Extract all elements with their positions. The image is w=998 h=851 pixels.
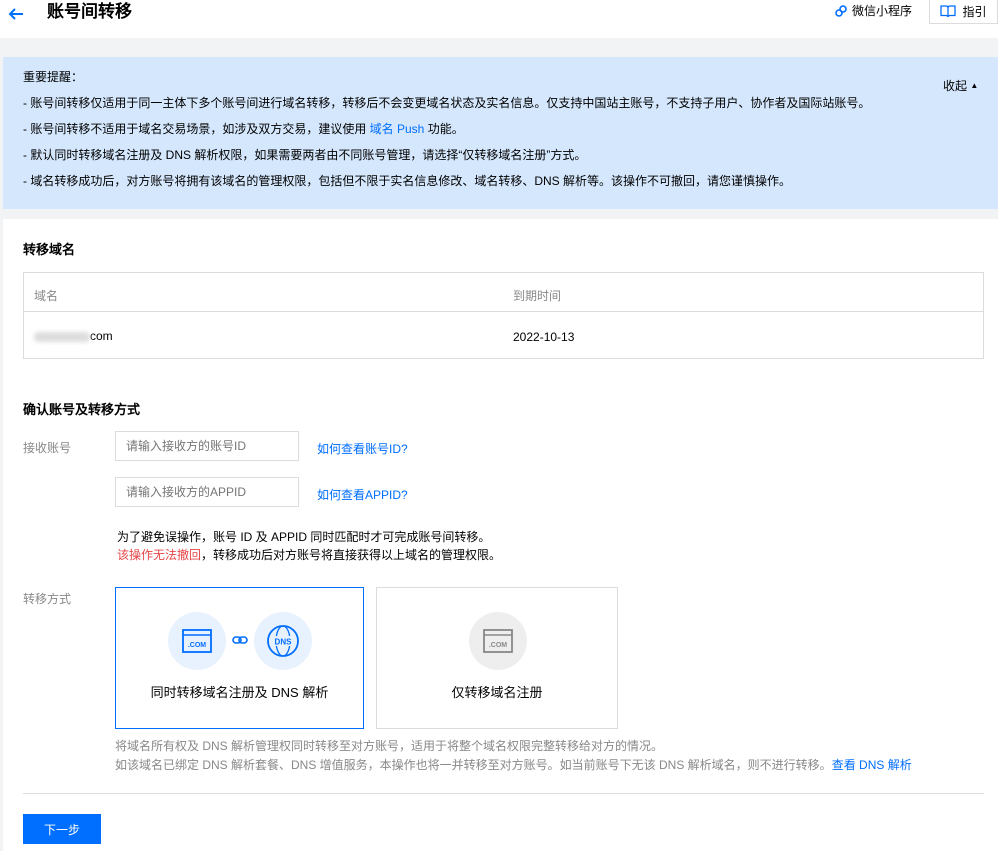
table-row-domain: com bbox=[34, 329, 113, 343]
notice-line-4: - 域名转移成功后，对方账号将拥有该域名的管理权限，包括但不限于实名信息修改、域… bbox=[23, 174, 792, 188]
caret-up-icon: ▲ bbox=[970, 81, 979, 90]
how-to-view-appid-link[interactable]: 如何查看APPID? bbox=[317, 486, 408, 503]
column-header-expires: 到期时间 bbox=[513, 289, 562, 303]
collapse-toggle[interactable]: 收起 ▲ bbox=[943, 77, 978, 94]
domain-com-grey-icon: .COM bbox=[469, 612, 527, 670]
appid-input[interactable] bbox=[115, 477, 299, 507]
guide-button[interactable]: 指引 bbox=[929, 0, 998, 24]
irreversible-hint: 该操作无法撤回，转移成功后对方账号将直接获得以上域名的管理权限。 bbox=[117, 547, 501, 564]
dns-icon-text: DNS bbox=[275, 638, 293, 647]
notice-line-2: - 账号间转移不适用于域名交易场景，如涉及双方交易，建议使用 域名 Push 功… bbox=[23, 121, 464, 137]
domain-suffix: com bbox=[90, 329, 113, 343]
transfer-method-label: 转移方式 bbox=[23, 592, 72, 606]
collapse-label: 收起 bbox=[943, 79, 968, 93]
guide-label: 指引 bbox=[962, 5, 987, 19]
how-to-view-account-id-link[interactable]: 如何查看账号ID? bbox=[317, 440, 408, 457]
notice-line-1: - 账号间转移仅适用于同一主体下多个账号间进行域名转移，转移后不会变更域名状态及… bbox=[23, 96, 871, 110]
option-transfer-registration-and-dns[interactable]: .COM DNS 同时转移域名注册及 DNS 解析 bbox=[115, 587, 364, 729]
table-row-expires: 2022-10-13 bbox=[513, 330, 575, 344]
domain-com-icon: .COM bbox=[168, 612, 226, 670]
domain-table: 域名 到期时间 com 2022-10-13 bbox=[23, 272, 984, 359]
next-step-button[interactable]: 下一步 bbox=[23, 814, 101, 844]
view-dns-link[interactable]: 查看 DNS 解析 bbox=[832, 758, 912, 772]
method-description-2: 如该域名已绑定 DNS 解析套餐、DNS 增值服务，本操作也将一并转移至对方账号… bbox=[115, 756, 912, 775]
top-bar: 账号间转移 微信小程序 指引 bbox=[0, 0, 998, 38]
option1-label: 同时转移域名注册及 DNS 解析 bbox=[150, 685, 329, 700]
irreversible-rest: ，转移成功后对方账号将直接获得以上域名的管理权限。 bbox=[201, 548, 502, 562]
confirm-section-title: 确认账号及转移方式 bbox=[23, 402, 141, 417]
transfer-domain-title: 转移域名 bbox=[23, 242, 76, 257]
method-description-1: 将域名所有权及 DNS 解析管理权同时转移至对方账号，适用于将整个域名权限完整转… bbox=[115, 739, 664, 753]
column-header-domain: 域名 bbox=[34, 289, 59, 303]
chain-link-icon bbox=[232, 636, 248, 644]
table-divider bbox=[24, 311, 983, 312]
notice-title: 重要提醒： bbox=[23, 70, 84, 84]
page-title: 账号间转移 bbox=[47, 2, 132, 21]
main-panel: 转移域名 域名 到期时间 com 2022-10-13 确认账号及转移方式 接收… bbox=[3, 219, 998, 851]
account-id-input[interactable] bbox=[115, 431, 299, 461]
blurred-domain-name bbox=[34, 331, 90, 342]
back-arrow-icon[interactable] bbox=[6, 4, 26, 24]
book-icon bbox=[940, 5, 957, 18]
link-icon bbox=[835, 5, 847, 17]
important-notice: 重要提醒： 收起 ▲ - 账号间转移仅适用于同一主体下多个账号间进行域名转移，转… bbox=[3, 57, 998, 209]
com-grey-icon-text: .COM bbox=[489, 642, 507, 649]
notice-line-2-text: - 账号间转移不适用于域名交易场景，如涉及双方交易，建议使用 bbox=[23, 122, 370, 136]
footer-divider bbox=[23, 793, 984, 794]
irreversible-warning: 该操作无法撤回 bbox=[117, 548, 202, 562]
match-hint: 为了避免误操作，账号 ID 及 APPID 同时匹配时才可完成账号间转移。 bbox=[117, 530, 491, 544]
wechat-miniprogram-link[interactable]: 微信小程序 bbox=[834, 2, 912, 20]
receive-account-label: 接收账号 bbox=[23, 441, 72, 455]
notice-line-2-suffix: 功能。 bbox=[424, 122, 464, 136]
method-description-2-text: 如该域名已绑定 DNS 解析套餐、DNS 增值服务，本操作也将一并转移至对方账号… bbox=[115, 758, 832, 772]
com-icon-text: .COM bbox=[188, 642, 206, 649]
domain-push-link[interactable]: 域名 Push bbox=[370, 122, 425, 136]
wechat-label: 微信小程序 bbox=[852, 4, 913, 18]
notice-line-3: - 默认同时转移域名注册及 DNS 解析权限，如果需要两者由不同账号管理，请选择… bbox=[23, 148, 587, 162]
option2-label: 仅转移域名注册 bbox=[451, 685, 543, 700]
option-transfer-registration-only[interactable]: .COM 仅转移域名注册 bbox=[376, 587, 618, 729]
dns-globe-icon: DNS bbox=[254, 612, 312, 670]
